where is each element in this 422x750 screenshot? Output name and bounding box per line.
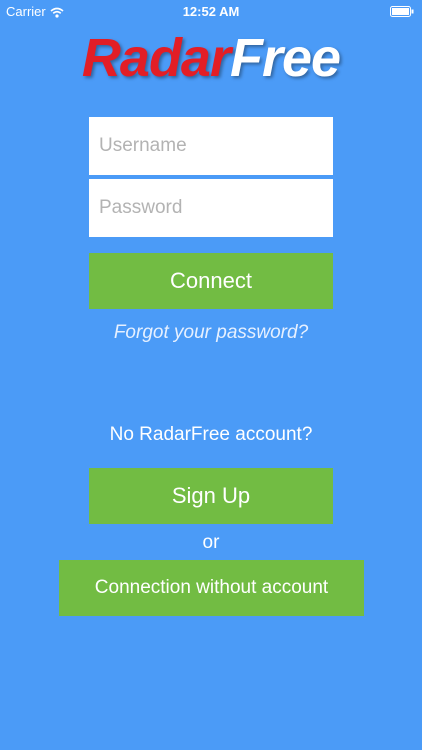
status-bar: Carrier 12:52 AM [0, 0, 422, 22]
battery-icon [390, 5, 414, 17]
connect-button[interactable]: Connect [89, 253, 333, 309]
connect-without-account-button[interactable]: Connection without account [59, 560, 364, 616]
forgot-password-link[interactable]: Forgot your password? [0, 322, 422, 344]
app-logo: RadarFree [0, 28, 422, 88]
logo-radar-text: Radar [81, 28, 231, 88]
status-time: 12:52 AM [182, 4, 240, 19]
no-account-prompt: No RadarFree account? [109, 424, 313, 445]
or-separator: or [202, 532, 220, 553]
logo-free-text: Free [229, 28, 341, 88]
username-input[interactable] [89, 117, 333, 175]
sign-up-button[interactable]: Sign Up [89, 468, 333, 524]
password-input[interactable] [89, 179, 333, 237]
